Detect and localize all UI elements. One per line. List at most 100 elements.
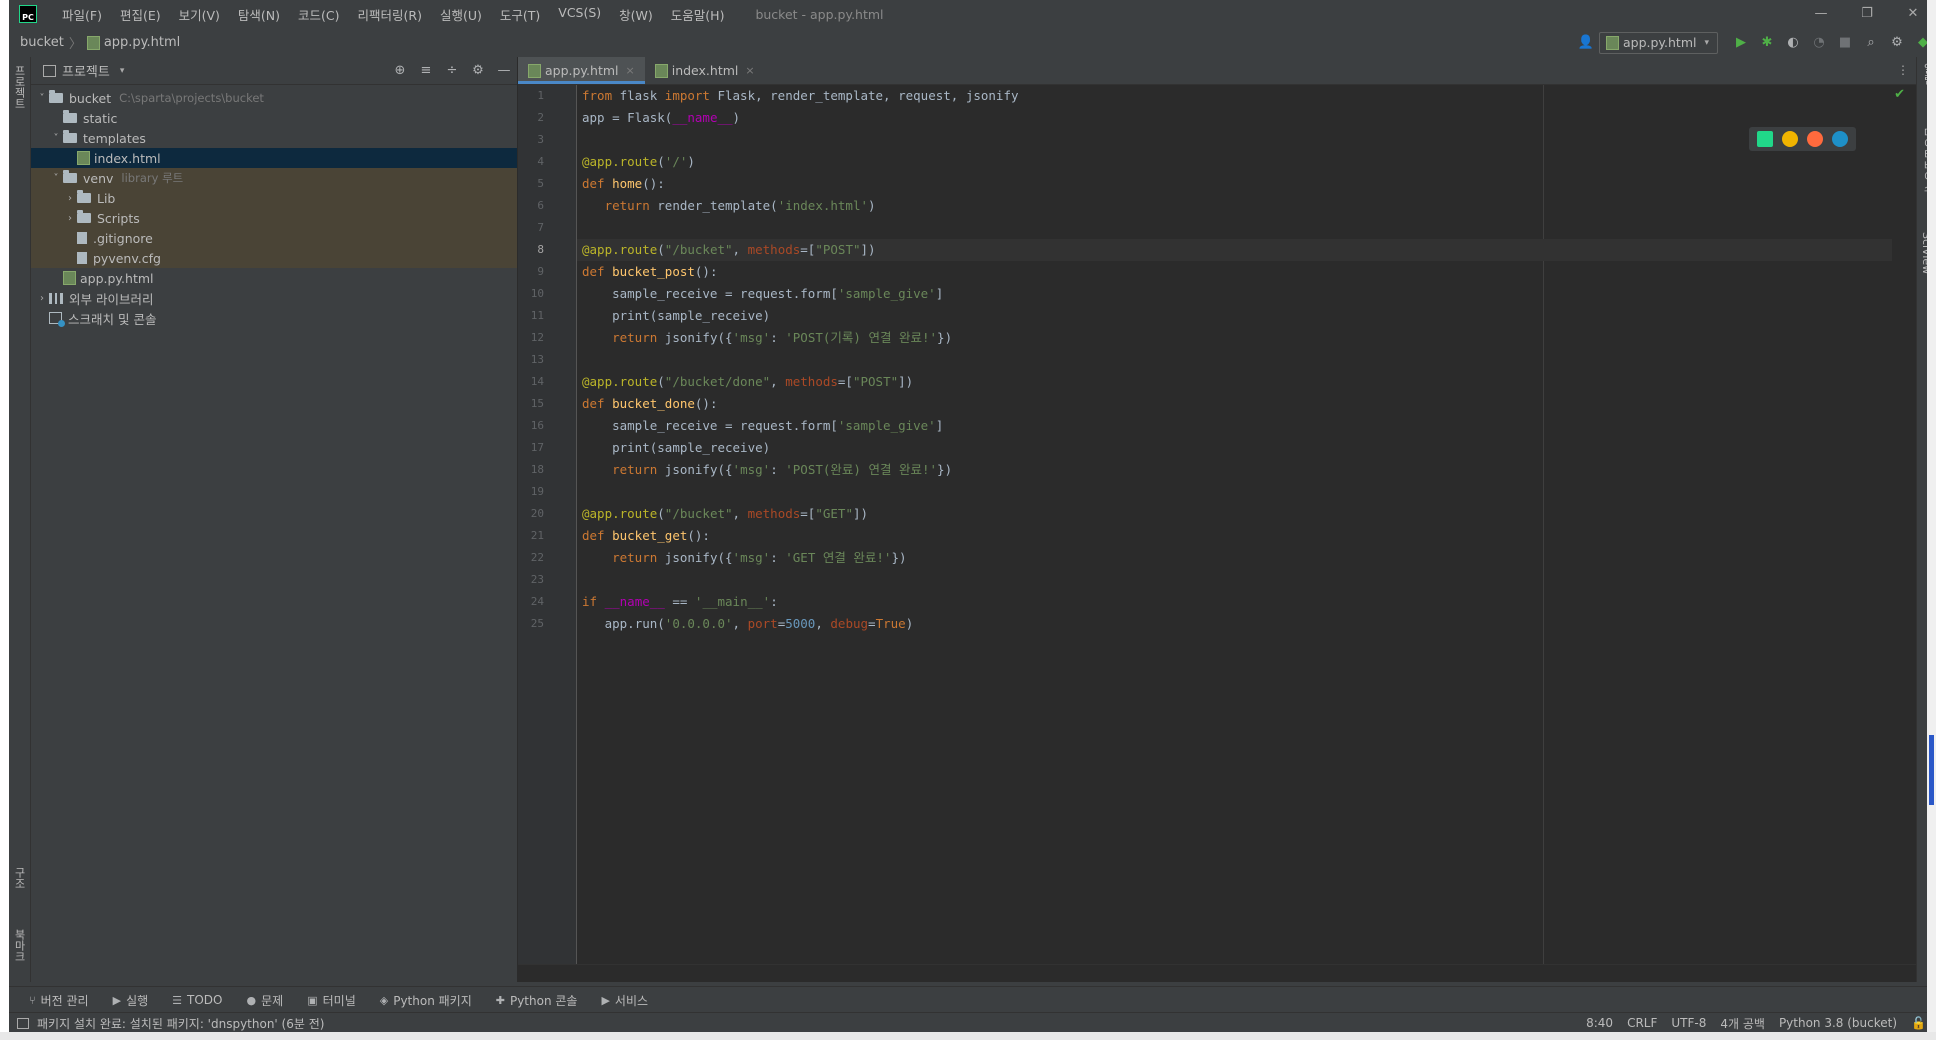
tree-node[interactable]: index.html [31, 148, 517, 168]
code-line[interactable]: return jsonify({'msg': 'POST(완료) 연결 완료!'… [582, 459, 952, 481]
tree-node[interactable]: ˅ venv library 루트 [31, 168, 517, 188]
menu-item[interactable]: 보기(V) [170, 5, 229, 24]
editor-horizontal-scrollbar[interactable] [518, 964, 1917, 982]
close-icon[interactable]: × [626, 64, 635, 77]
search-icon[interactable]: ⌕ [1858, 35, 1884, 50]
tree-node-label: static [83, 110, 118, 126]
code-line[interactable]: @app.route("/bucket/done", methods=["POS… [582, 371, 913, 393]
code-line[interactable]: if __name__ == '__main__': [582, 591, 778, 613]
project-view-selector[interactable]: 프로젝트 ▾ [43, 61, 124, 80]
tree-node[interactable]: app.py.html [31, 268, 517, 288]
tree-node[interactable]: ˅ bucket C:\sparta\projects\bucket [31, 88, 517, 108]
tree-node[interactable]: 스크래치 및 콘솔 [31, 308, 517, 328]
debug-icon[interactable]: ✱ [1754, 35, 1780, 50]
restore-button[interactable]: ❐ [1844, 0, 1890, 28]
menu-item[interactable]: VCS(S) [549, 5, 610, 24]
code-line[interactable]: def bucket_get(): [582, 525, 710, 547]
menu-item[interactable]: 창(W) [610, 5, 662, 24]
menu-item[interactable]: 코드(C) [289, 5, 348, 24]
code-line[interactable]: app.run('0.0.0.0', port=5000, debug=True… [582, 613, 914, 635]
minimize-button[interactable]: — [1798, 0, 1844, 28]
menu-item[interactable]: 실행(U) [431, 5, 491, 24]
tool-window-version-control[interactable]: ⑂ 버전 관리 [29, 992, 89, 1009]
toggle-tool-windows-icon[interactable] [17, 1017, 29, 1029]
code-line[interactable]: return jsonify({'msg': 'GET 연결 완료!'}) [582, 547, 906, 569]
menu-item[interactable]: 도구(T) [491, 5, 549, 24]
tree-node[interactable]: › Lib [31, 188, 517, 208]
locate-file-icon[interactable]: ⊕ [387, 63, 413, 78]
project-tool-tab[interactable]: 프로젝트 [11, 65, 27, 109]
breadcrumb-project[interactable]: bucket [20, 35, 64, 50]
code-line[interactable]: return render_template('index.html') [582, 195, 876, 217]
gear-icon[interactable]: ⚙ [1884, 35, 1910, 50]
code-line[interactable]: return jsonify({'msg': 'POST(기록) 연결 완료!'… [582, 327, 952, 349]
more-options-icon[interactable]: ⋮ [1897, 57, 1909, 84]
python-interpreter[interactable]: Python 3.8 (bucket) [1779, 1016, 1897, 1030]
pycharm-logo[interactable]: PC [19, 5, 37, 23]
tab-index-html[interactable]: index.html × [645, 57, 765, 84]
tool-window-problems[interactable]: ● 문제 [247, 992, 284, 1009]
expand-all-icon[interactable]: ≡ [413, 63, 439, 78]
expand-arrow-icon[interactable]: › [35, 293, 49, 304]
pycharm-browser-icon[interactable] [1756, 131, 1773, 147]
tool-window-python-packages[interactable]: ◈ Python 패키지 [380, 992, 472, 1009]
tree-node[interactable]: pyvenv.cfg [31, 248, 517, 268]
tree-node[interactable]: static [31, 108, 517, 128]
tool-window-todo[interactable]: ☰ TODO [172, 993, 222, 1007]
firefox-icon[interactable] [1807, 131, 1824, 147]
breadcrumb-file[interactable]: app.py.html [104, 35, 180, 50]
expand-arrow-icon[interactable]: › [63, 213, 77, 224]
code-line[interactable]: print(sample_receive) [582, 305, 770, 327]
tool-window-terminal[interactable]: ▣ 터미널 [307, 992, 356, 1009]
expand-arrow-icon[interactable]: ˅ [49, 173, 63, 184]
tree-node[interactable]: ˅ templates [31, 128, 517, 148]
inspection-ok-icon[interactable]: ✔ [1894, 87, 1905, 102]
tree-node[interactable]: › 외부 라이브러리 [31, 288, 517, 308]
lock-icon[interactable]: 🔓 [1911, 1016, 1926, 1030]
edge-icon[interactable] [1832, 131, 1849, 147]
menu-item[interactable]: 도움말(H) [662, 5, 734, 24]
collapse-all-icon[interactable]: ÷ [439, 63, 465, 78]
code-line[interactable]: @app.route("/bucket", methods=["GET"]) [582, 503, 868, 525]
file-encoding[interactable]: UTF-8 [1671, 1016, 1706, 1030]
hide-panel-icon[interactable]: — [491, 63, 517, 78]
tab-app-py-html[interactable]: app.py.html × [518, 57, 645, 84]
code-line[interactable]: def home(): [582, 173, 665, 195]
code-line[interactable]: @app.route('/') [582, 151, 695, 173]
code-line[interactable]: @app.route("/bucket", methods=["POST"]) [582, 239, 876, 261]
tree-node[interactable]: .gitignore [31, 228, 517, 248]
code-line[interactable]: def bucket_post(): [582, 261, 717, 283]
tool-window-python-console[interactable]: ✚ Python 콘솔 [496, 992, 578, 1009]
stop-icon[interactable]: ■ [1832, 35, 1858, 50]
menu-item[interactable]: 탐색(N) [229, 5, 289, 24]
menu-item[interactable]: 파일(F) [53, 5, 111, 24]
code-line[interactable]: from flask import Flask, render_template… [582, 85, 1019, 107]
coverage-icon[interactable]: ◐ [1780, 35, 1806, 50]
gear-icon[interactable]: ⚙ [465, 63, 491, 78]
line-separator[interactable]: CRLF [1627, 1016, 1657, 1030]
code-line[interactable]: app = Flask(__name__) [582, 107, 740, 129]
menu-item[interactable]: 편집(E) [111, 5, 170, 24]
indent-setting[interactable]: 4개 공백 [1720, 1015, 1765, 1032]
bookmarks-tool-tab[interactable]: 북마크 [11, 929, 27, 962]
code-line[interactable]: sample_receive = request.form['sample_gi… [582, 283, 943, 305]
profile-icon[interactable]: ◔ [1806, 35, 1832, 50]
chrome-icon[interactable] [1781, 131, 1798, 147]
user-icon[interactable]: 👤 [1573, 35, 1599, 50]
caret-position[interactable]: 8:40 [1586, 1016, 1613, 1030]
run-icon[interactable]: ▶ [1728, 35, 1754, 50]
code-line[interactable]: sample_receive = request.form['sample_gi… [582, 415, 943, 437]
tool-window-run[interactable]: ▶ 실행 [113, 992, 149, 1009]
code-line[interactable]: print(sample_receive) [582, 437, 770, 459]
code-line[interactable]: def bucket_done(): [582, 393, 717, 415]
tree-node[interactable]: › Scripts [31, 208, 517, 228]
status-message[interactable]: 패키지 설치 완료: 설치된 패키지: 'dnspython' (6분 전) [17, 1015, 324, 1032]
structure-tool-tab[interactable]: 구조 [11, 867, 27, 889]
tool-window-services[interactable]: ▶ 서비스 [601, 992, 648, 1009]
expand-arrow-icon[interactable]: ˅ [49, 133, 63, 144]
menu-item[interactable]: 리팩터링(R) [349, 5, 431, 24]
expand-arrow-icon[interactable]: › [63, 193, 77, 204]
expand-arrow-icon[interactable]: ˅ [35, 93, 49, 104]
run-config-select[interactable]: app.py.html ▾ [1598, 31, 1718, 54]
close-icon[interactable]: × [745, 64, 754, 77]
